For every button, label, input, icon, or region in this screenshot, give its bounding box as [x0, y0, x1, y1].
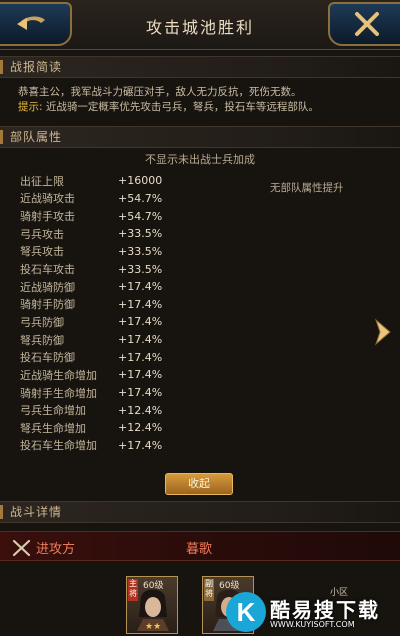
attribute-value: +17.4%	[118, 333, 163, 347]
attribute-name: 近战骑攻击	[20, 192, 75, 206]
attribute-name: 投石车生命增加	[20, 439, 97, 453]
attribute-name: 投石车攻击	[20, 263, 75, 277]
attribute-row: 弩兵防御 +17.4%	[20, 331, 250, 349]
attribute-name: 弩兵攻击	[20, 245, 64, 259]
attribute-row: 弩兵攻击 +33.5%	[20, 243, 250, 261]
attribute-name: 近战骑防御	[20, 280, 75, 294]
attribute-name: 出征上限	[20, 174, 64, 188]
attacker-label: 进攻方	[36, 542, 76, 557]
attribute-row: 弓兵防御 +17.4%	[20, 313, 250, 331]
no-bonus-note: 无部队属性提升	[270, 182, 344, 194]
role-tag: 主将	[128, 579, 138, 601]
watermark-text: 酷易搜下载	[270, 598, 380, 622]
attribute-value: +33.5%	[118, 227, 163, 241]
attribute-row: 弓兵生命增加 +12.4%	[20, 401, 250, 419]
hint-label: 提示:	[18, 101, 43, 113]
attribute-name: 弓兵攻击	[20, 227, 64, 241]
defender-name: 暮歌	[186, 542, 213, 557]
attribute-value: +17.4%	[118, 297, 163, 311]
hero-card[interactable]: 主将 60级 ★★	[126, 576, 178, 634]
teams-bar: 进攻方 暮歌	[0, 531, 400, 561]
crossed-swords-icon	[12, 539, 31, 556]
attribute-row: 骑射手攻击 +54.7%	[20, 207, 250, 225]
attribute-value: +54.7%	[118, 191, 163, 205]
attribute-row: 近战骑攻击 +54.7%	[20, 190, 250, 208]
level-label: 60级	[219, 581, 240, 591]
attribute-row: 弩兵生命增加 +12.4%	[20, 419, 250, 437]
close-button[interactable]	[328, 2, 400, 46]
summary-hint: 提示: 近战骑一定概率优先攻击弓兵，弩兵，投石车等远程部队。	[18, 100, 388, 115]
attribute-value: +16000	[118, 174, 163, 188]
hint-text: 近战骑一定概率优先攻击弓兵，弩兵，投石车等远程部队。	[45, 101, 319, 113]
attribute-name: 骑射手防御	[20, 298, 75, 312]
no-show-note: 不显示未出战士兵加成	[145, 153, 255, 166]
header-bar: 攻击城池胜利	[0, 0, 400, 50]
attribute-name: 弩兵生命增加	[20, 421, 86, 435]
attribute-row: 投石车防御 +17.4%	[20, 348, 250, 366]
attribute-value: +12.4%	[118, 421, 163, 435]
attribute-name: 弓兵防御	[20, 315, 64, 329]
attribute-row: 近战骑防御 +17.4%	[20, 278, 250, 296]
summary-section-header: 战报简读	[0, 56, 400, 78]
attribute-value: +54.7%	[118, 209, 163, 223]
attribute-value: +33.5%	[118, 262, 163, 276]
attributes-section-header: 部队属性	[0, 126, 400, 148]
attribute-row: 骑射手生命增加 +17.4%	[20, 384, 250, 402]
attribute-row: 出征上限 +16000	[20, 172, 250, 190]
role-tag: 副将	[204, 579, 214, 601]
attribute-name: 骑射手生命增加	[20, 386, 97, 400]
watermark: K 酷易搜下载 WWW.KUYISOFT.COM	[226, 592, 400, 636]
attribute-row: 近战骑生命增加 +17.4%	[20, 366, 250, 384]
attribute-value: +17.4%	[118, 350, 163, 364]
attribute-row: 弓兵攻击 +33.5%	[20, 225, 250, 243]
collapse-button[interactable]: 收起	[165, 473, 233, 495]
attribute-value: +17.4%	[118, 280, 163, 294]
attribute-value: +33.5%	[118, 244, 163, 258]
battle-section-header: 战斗详情	[0, 501, 400, 523]
attribute-row: 投石车攻击 +33.5%	[20, 260, 250, 278]
attribute-value: +17.4%	[118, 315, 163, 329]
attribute-list: 出征上限 +16000 近战骑攻击 +54.7% 骑射手攻击 +54.7% 弓兵攻击 +33.…	[20, 172, 250, 454]
attribute-row: 骑射手防御 +17.4%	[20, 295, 250, 313]
attribute-value: +17.4%	[118, 438, 163, 452]
summary-text: 恭喜主公，我军战斗力碾压对手，敌人无力反抗，死伤无数。 提示: 近战骑一定概率优…	[18, 85, 388, 115]
attribute-name: 弩兵防御	[20, 333, 64, 347]
attribute-name: 弓兵生命增加	[20, 404, 86, 418]
chevron-right-icon[interactable]	[372, 317, 394, 347]
attribute-value: +12.4%	[118, 403, 163, 417]
attribute-name: 投石车防御	[20, 351, 75, 365]
close-x-icon	[355, 12, 379, 36]
level-label: 60级	[143, 581, 164, 591]
watermark-url: WWW.KUYISOFT.COM	[270, 620, 355, 629]
attribute-name: 骑射手攻击	[20, 210, 75, 224]
watermark-logo: K	[226, 592, 266, 632]
attacker-side: 进攻方	[12, 538, 75, 557]
attribute-value: +17.4%	[118, 386, 163, 399]
attribute-row: 投石车生命增加 +17.4%	[20, 437, 250, 455]
star-rating: ★★	[145, 622, 162, 632]
attribute-value: +17.4%	[118, 368, 163, 382]
attribute-name: 近战骑生命增加	[20, 368, 97, 382]
summary-message: 恭喜主公，我军战斗力碾压对手，敌人无力反抗，死伤无数。	[18, 86, 302, 98]
